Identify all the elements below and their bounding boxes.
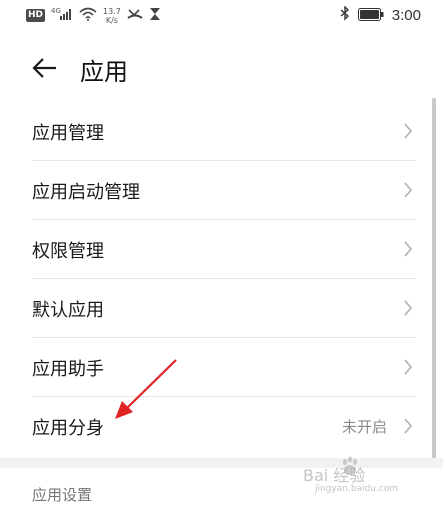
status-right: 3:00 <box>340 5 421 25</box>
list-item-label: 应用助手 <box>32 359 104 380</box>
list-item-label: 默认应用 <box>32 300 104 321</box>
list-item-default-apps[interactable]: 默认应用 <box>0 279 443 338</box>
cellular-signal-icon: 4G <box>51 6 73 25</box>
baidu-watermark: Bai 经验 jingyan.baidu.com <box>285 454 425 504</box>
hourglass-icon <box>149 6 161 25</box>
list-item-app-management[interactable]: 应用管理 <box>0 102 443 161</box>
chevron-right-icon <box>403 122 413 144</box>
missed-call-icon <box>127 6 143 25</box>
back-arrow-icon[interactable] <box>32 56 58 84</box>
chevron-right-icon <box>403 299 413 321</box>
speed-value: 13.7 <box>103 6 121 16</box>
hd-badge: HD <box>26 9 46 22</box>
watermark-main: Bai 经验 <box>303 466 366 485</box>
app-header: 应用 <box>0 46 443 90</box>
settings-list: 应用管理 应用启动管理 权限管理 默认应用 应用助手 应用分身 未开启 <box>0 102 443 456</box>
clock: 3:00 <box>391 7 421 24</box>
network-speed: 13.7 K/s <box>103 7 121 25</box>
network-type-text: 4G <box>51 7 61 15</box>
list-item-app-startup-management[interactable]: 应用启动管理 <box>0 161 443 220</box>
list-item-app-twin[interactable]: 应用分身 未开启 <box>0 397 443 456</box>
chevron-right-icon <box>403 240 413 262</box>
wifi-icon <box>79 6 97 25</box>
page-title: 应用 <box>80 58 128 86</box>
speed-unit: K/s <box>105 15 118 25</box>
status-bar: HD 4G 13.7 K/s 3:00 <box>0 0 443 32</box>
list-item-permission-management[interactable]: 权限管理 <box>0 220 443 279</box>
watermark-sub: jingyan.baidu.com <box>315 484 399 494</box>
app-twin-status: 未开启 <box>341 418 387 436</box>
status-left: HD 4G 13.7 K/s <box>26 6 161 25</box>
bluetooth-icon <box>340 5 350 25</box>
chevron-right-icon <box>403 358 413 380</box>
list-item-label: 应用管理 <box>32 123 104 144</box>
chevron-right-icon <box>403 181 413 203</box>
section-header-app-settings: 应用设置 <box>32 486 93 504</box>
chevron-right-icon <box>403 417 413 439</box>
list-item-label: 应用分身 <box>32 418 104 439</box>
list-item-label: 应用启动管理 <box>32 182 140 203</box>
battery-icon <box>357 6 384 25</box>
list-item-app-assistant[interactable]: 应用助手 <box>0 338 443 397</box>
list-item-label: 权限管理 <box>32 241 104 262</box>
